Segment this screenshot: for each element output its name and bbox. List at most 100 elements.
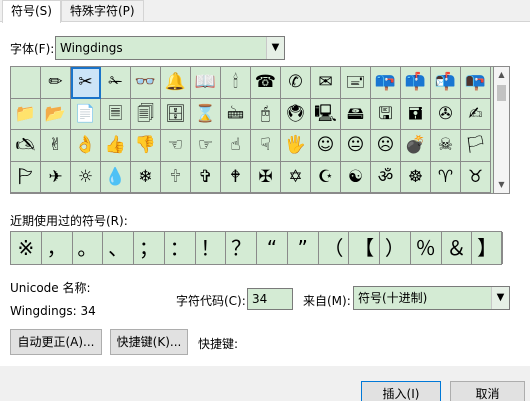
symbol-cell[interactable]: ⌛ — [191, 98, 221, 130]
symbol-cell[interactable]: 🖐 — [281, 130, 311, 162]
symbol-grid-scrollbar[interactable]: ▲ ▼ — [494, 66, 510, 194]
symbol-cell[interactable]: ✞ — [191, 161, 221, 193]
symbol-cell[interactable]: ☟ — [251, 130, 281, 162]
symbol-cell[interactable]: ♉ — [461, 161, 491, 193]
symbol-cell[interactable]: 😐 — [341, 130, 371, 162]
symbol-cell[interactable]: 📪 — [371, 67, 401, 99]
symbol-cell[interactable]: 📁 — [11, 98, 41, 130]
recent-symbol-cell[interactable]: ？ — [226, 232, 257, 264]
symbol-cell[interactable]: 💧 — [101, 161, 131, 193]
recent-symbol-cell[interactable]: ” — [288, 232, 319, 264]
symbol-cell[interactable]: ☺ — [311, 130, 341, 162]
autocorrect-button[interactable]: 自动更正(A)... — [10, 329, 102, 355]
symbol-cell[interactable]: 🖬 — [401, 98, 431, 130]
symbol-cell[interactable]: 🖫 — [371, 98, 401, 130]
symbol-cell[interactable]: ☸ — [401, 161, 431, 193]
shortcut-key-button[interactable]: 快捷键(K)... — [110, 329, 188, 355]
symbol-cell[interactable]: ✁ — [101, 67, 131, 99]
tab-special-characters[interactable]: 特殊字符(P) — [61, 0, 144, 22]
from-select[interactable]: 符号(十进制) ▼ — [353, 286, 510, 310]
dialog-footer: 插入(I) 取消 — [0, 366, 530, 401]
chevron-down-icon[interactable]: ▼ — [266, 37, 284, 59]
recent-symbol-cell[interactable]: 】 — [472, 232, 503, 264]
symbol-cell[interactable]: 📂 — [41, 98, 71, 130]
recent-symbol-cell[interactable]: ＆ — [442, 232, 473, 264]
scroll-down-icon[interactable]: ▼ — [494, 177, 509, 193]
symbol-cell[interactable]: 📄 — [71, 98, 101, 130]
symbol-cell[interactable]: ☠ — [431, 130, 461, 162]
symbol-cell[interactable]: 🔔 — [161, 67, 191, 99]
chevron-down-icon[interactable]: ▼ — [491, 287, 509, 309]
symbol-cell[interactable]: 🖴 — [341, 98, 371, 130]
character-info: Wingdings: 34 — [10, 304, 96, 318]
symbol-cell[interactable]: 👎 — [131, 130, 161, 162]
symbol-cell[interactable]: 🗄 — [161, 98, 191, 130]
recent-symbol-cell[interactable]: （ — [319, 232, 350, 264]
symbol-cell[interactable]: 🗏 — [101, 98, 131, 130]
symbol-cell[interactable]: ✏ — [41, 67, 71, 99]
symbol-cell[interactable]: ☼ — [71, 161, 101, 193]
cancel-button[interactable]: 取消 — [450, 381, 525, 401]
symbol-cell[interactable]: ✉ — [311, 67, 341, 99]
symbol-cell[interactable]: 🗐 — [131, 98, 161, 130]
symbol-cell[interactable]: ☪ — [311, 161, 341, 193]
symbol-cell[interactable]: ✈ — [41, 161, 71, 193]
scroll-up-icon[interactable]: ▲ — [494, 67, 509, 83]
symbol-cell[interactable]: ☯ — [341, 161, 371, 193]
symbol-cell[interactable]: 🏱 — [11, 161, 41, 193]
insert-button[interactable]: 插入(I) — [361, 381, 441, 401]
tab-symbols[interactable]: 符号(S) — [2, 0, 61, 23]
symbol-cell[interactable]: 💣 — [401, 130, 431, 162]
symbol-cell[interactable]: 🖲 — [281, 98, 311, 130]
scrollbar-thumb[interactable] — [497, 85, 506, 101]
symbol-cell[interactable]: ✠ — [251, 161, 281, 193]
recent-symbol-cell[interactable]: ％ — [411, 232, 442, 264]
recent-symbol-cell[interactable]: 、 — [103, 232, 134, 264]
recent-symbol-cell[interactable]: ！ — [196, 232, 227, 264]
char-code-label: 字符代码(C): — [176, 294, 246, 308]
recent-symbol-cell[interactable]: 。 — [73, 232, 104, 264]
symbol-cell[interactable]: 🕆 — [161, 161, 191, 193]
symbol-cell[interactable]: ☹ — [371, 130, 401, 162]
symbol-cell[interactable]: 📭 — [461, 67, 491, 99]
symbol-cell[interactable]: 🖰 — [251, 98, 281, 130]
symbol-cell[interactable]: ♈ — [431, 161, 461, 193]
symbol-cell[interactable]: ✡ — [281, 161, 311, 193]
font-select[interactable]: Wingdings ▼ — [55, 36, 285, 60]
symbol-cell[interactable]: ✂ — [71, 67, 101, 99]
recent-symbols-list[interactable]: ※，。、；：！？ “” （【）％＆】 — [10, 231, 503, 265]
symbol-cell[interactable]: 👌 — [71, 130, 101, 162]
symbol-cell[interactable]: ✌ — [41, 130, 71, 162]
symbol-cell[interactable]: 📬 — [431, 67, 461, 99]
symbol-cell[interactable]: ॐ — [371, 161, 401, 193]
symbol-cell[interactable]: ☝ — [221, 130, 251, 162]
symbol-cell[interactable]: 🏳 — [461, 130, 491, 162]
symbol-grid[interactable]: ✏ ✂ ✁ 👓 🔔 📖 🕯 ☎ ✆ ✉ 🖃 📪 📫 📬 📭 📁 📂 📄 🗏 🗐 🗄 ⌛ 🖮 🖰 🖲 🖳 🖴 🖫 🖬 ✇ ✍ 🖎 ✌ 👌 👍 👎 ☜ ☞ ☝ ☟… — [10, 66, 494, 194]
symbol-cell[interactable] — [11, 67, 41, 99]
char-code-input[interactable]: 34 — [247, 288, 293, 310]
symbol-cell[interactable]: 🖳 — [311, 98, 341, 130]
symbol-cell[interactable]: 👓 — [131, 67, 161, 99]
symbol-cell[interactable]: 🖃 — [341, 67, 371, 99]
symbol-cell[interactable]: ☞ — [191, 130, 221, 162]
recent-symbol-cell[interactable]: “ — [257, 232, 288, 264]
symbol-cell[interactable]: ☎ — [251, 67, 281, 99]
recent-symbol-cell[interactable]: ， — [42, 232, 73, 264]
recent-symbol-cell[interactable]: 【 — [349, 232, 380, 264]
symbol-cell[interactable]: ❄ — [131, 161, 161, 193]
symbol-cell[interactable]: 🖎 — [11, 130, 41, 162]
symbol-cell[interactable]: ✇ — [431, 98, 461, 130]
symbol-cell[interactable]: ✆ — [281, 67, 311, 99]
symbol-cell[interactable]: ✍ — [461, 98, 491, 130]
symbol-cell[interactable]: 🕯 — [221, 67, 251, 99]
recent-symbol-cell[interactable]: ） — [380, 232, 411, 264]
recent-symbol-cell[interactable]: ； — [134, 232, 165, 264]
symbol-cell[interactable]: 👍 — [101, 130, 131, 162]
symbol-cell[interactable]: 📫 — [401, 67, 431, 99]
symbol-cell[interactable]: 🖮 — [221, 98, 251, 130]
recent-symbol-cell[interactable]: ： — [165, 232, 196, 264]
symbol-cell[interactable]: ☜ — [161, 130, 191, 162]
symbol-cell[interactable]: 🕈 — [221, 161, 251, 193]
recent-symbol-cell[interactable]: ※ — [11, 232, 42, 264]
symbol-cell[interactable]: 📖 — [191, 67, 221, 99]
